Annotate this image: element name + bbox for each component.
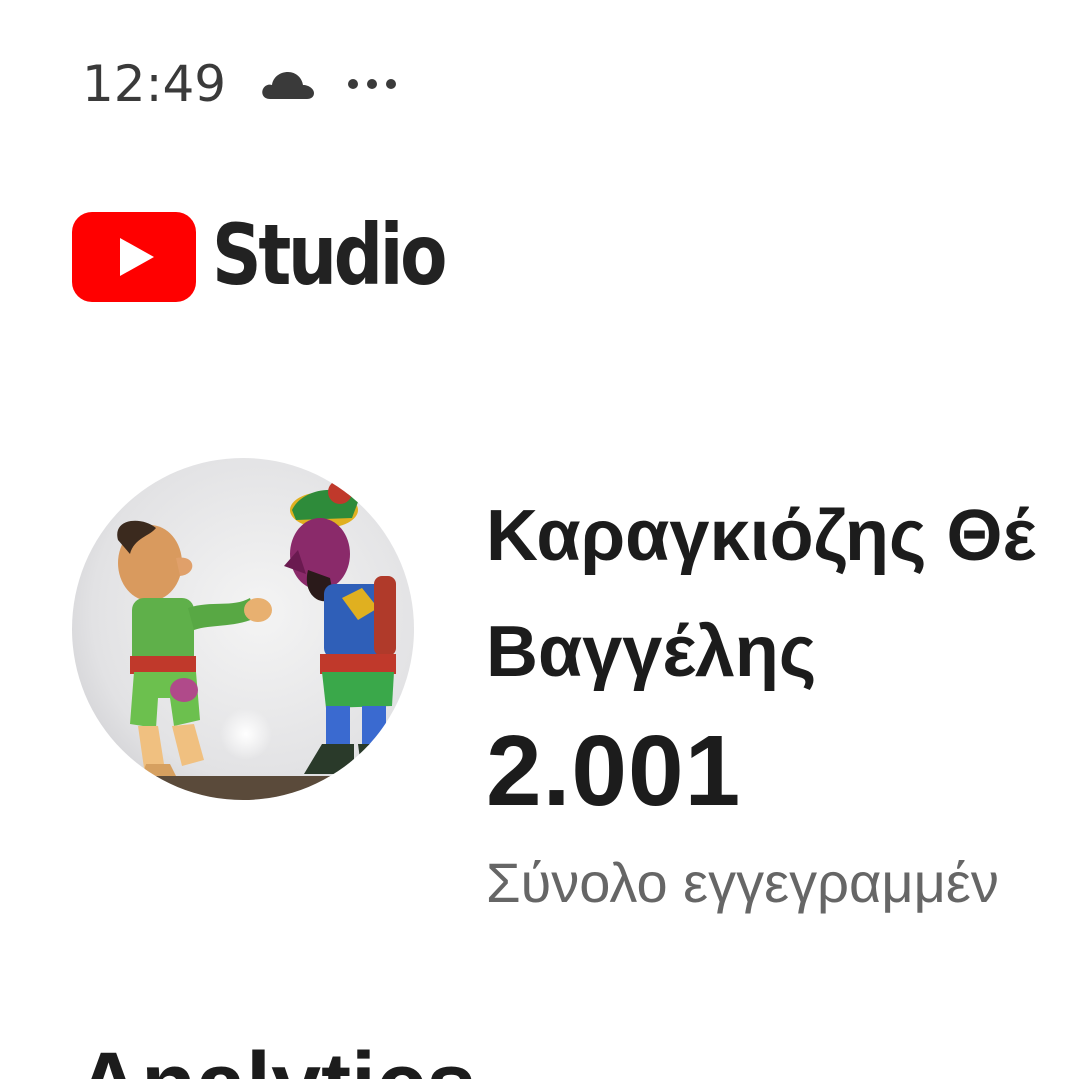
youtube-play-icon	[72, 212, 196, 302]
channel-name-line-2: Βαγγέλης	[486, 612, 817, 692]
channel-avatar[interactable]	[72, 458, 414, 800]
analytics-heading: Analytics	[76, 1040, 476, 1079]
studio-page: 12:49 Studio Καραγκιόζης Θέ Βαγγέλης 2.0…	[0, 0, 1079, 1079]
status-bar: 12:49	[82, 52, 398, 116]
avatar-image	[72, 458, 414, 800]
subscriber-count: 2.001	[486, 715, 742, 827]
more-icon	[348, 79, 397, 89]
subscriber-label: Σύνολο εγγεγραμμέν	[486, 851, 999, 914]
youtube-studio-logo[interactable]: Studio	[72, 212, 495, 302]
channel-name: Καραγκιόζης Θέ Βαγγέλης	[486, 478, 1079, 710]
channel-name-line-1: Καραγκιόζης Θέ	[486, 496, 1035, 576]
cloud-icon	[262, 72, 315, 99]
status-time: 12:49	[82, 55, 227, 113]
logo-text: Studio	[212, 206, 447, 304]
